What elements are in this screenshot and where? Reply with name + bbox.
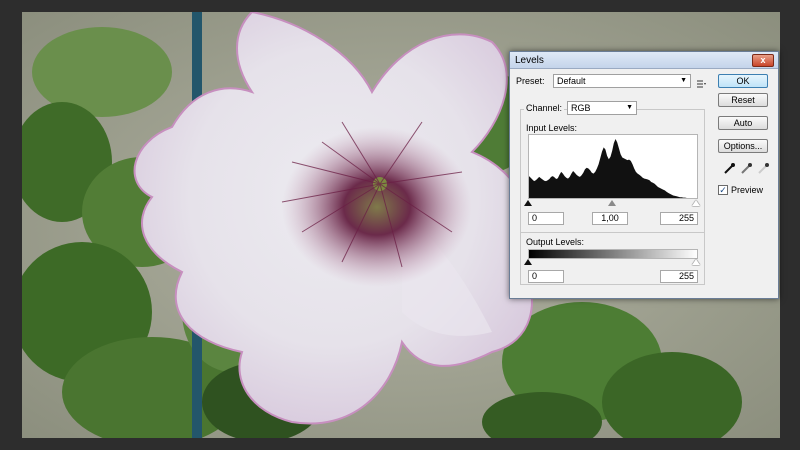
histogram: [528, 134, 698, 199]
output-levels-label: Output Levels:: [526, 237, 585, 247]
input-gamma-slider[interactable]: [608, 200, 616, 206]
input-gamma-field[interactable]: 1,00: [592, 212, 628, 225]
preset-label: Preset:: [516, 76, 545, 86]
options-button[interactable]: Options...: [718, 139, 768, 153]
gray-eyedropper-icon[interactable]: [739, 162, 753, 176]
preset-menu-icon[interactable]: [696, 76, 706, 88]
channel-label: Channel:: [524, 103, 565, 113]
output-black-field[interactable]: 0: [528, 270, 564, 283]
input-levels-label: Input Levels:: [526, 123, 578, 133]
preset-value: Default: [557, 76, 586, 86]
auto-button[interactable]: Auto: [718, 116, 768, 130]
ok-button[interactable]: OK: [718, 74, 768, 88]
black-eyedropper-icon[interactable]: [722, 162, 736, 176]
input-black-slider[interactable]: [524, 200, 532, 206]
histogram-area: [529, 139, 697, 198]
output-white-field[interactable]: 255: [660, 270, 698, 283]
chevron-down-icon: ▼: [680, 77, 687, 84]
histogram-graph: [529, 139, 697, 198]
input-black-field[interactable]: 0: [528, 212, 564, 225]
preview-label: Preview: [731, 185, 764, 195]
levels-dialog: Levels x Preset: Default ▼ Channel: RGB …: [509, 51, 779, 299]
input-white-field[interactable]: 255: [660, 212, 698, 225]
preset-select[interactable]: Default ▼: [553, 74, 691, 88]
dialog-title: Levels: [515, 54, 544, 66]
output-black-slider[interactable]: [524, 259, 532, 265]
input-white-slider[interactable]: [692, 200, 700, 206]
output-white-slider[interactable]: [692, 259, 700, 265]
channel-value: RGB: [571, 103, 591, 113]
channel-select[interactable]: RGB ▼: [567, 101, 637, 115]
output-gradient: [528, 249, 698, 259]
white-eyedropper-icon[interactable]: [756, 162, 770, 176]
dialog-titlebar[interactable]: Levels: [510, 52, 778, 69]
divider: [520, 232, 705, 233]
close-button[interactable]: x: [752, 54, 774, 67]
chevron-down-icon: ▼: [626, 104, 633, 111]
reset-button[interactable]: Reset: [718, 93, 768, 107]
preview-checkbox[interactable]: ✓: [718, 185, 728, 195]
